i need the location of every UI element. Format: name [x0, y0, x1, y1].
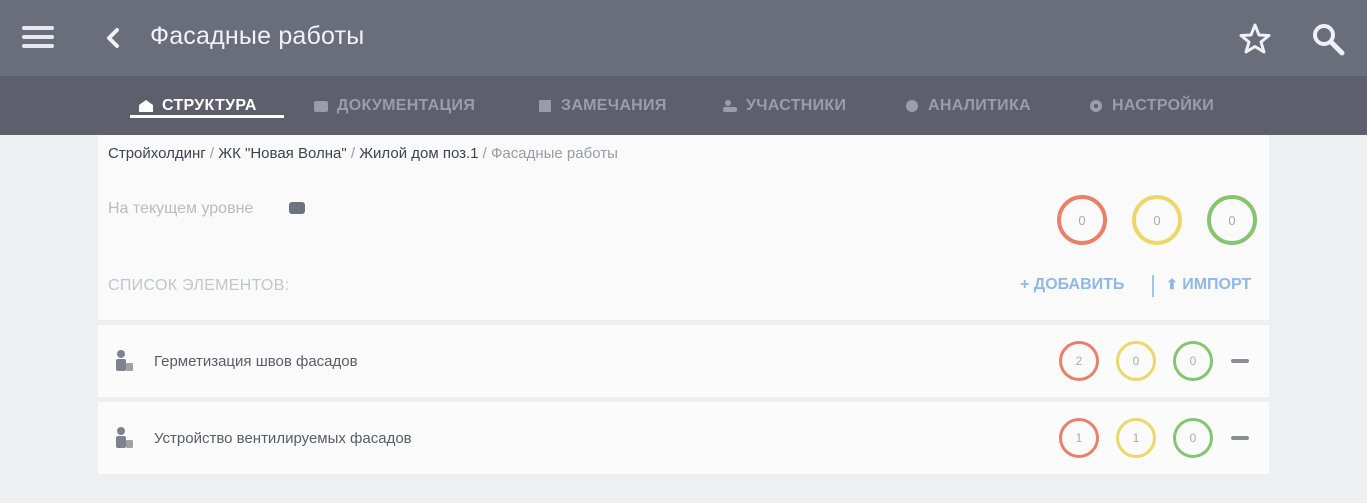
breadcrumb-separator: / — [478, 145, 492, 162]
tab-analytics[interactable]: АНАЛИТИКА — [904, 93, 1031, 119]
breadcrumb-item[interactable]: Жилой дом поз.1 — [359, 145, 478, 162]
level-green-count[interactable]: 0 — [1207, 195, 1257, 245]
list-item-title: Герметизация швов фасадов — [154, 353, 358, 370]
item-green-count[interactable]: 0 — [1173, 341, 1213, 381]
list-item[interactable]: Герметизация швов фасадов 2 0 0 — [98, 325, 1269, 397]
tab-label: АНАЛИТИКА — [928, 97, 1031, 114]
item-green-count[interactable]: 0 — [1173, 418, 1213, 458]
breadcrumb-separator: / — [205, 145, 219, 162]
folder-icon[interactable] — [288, 199, 306, 215]
import-label: ИМПОРТ — [1182, 276, 1252, 293]
level-yellow-count[interactable]: 0 — [1132, 195, 1182, 245]
back-arrow-icon[interactable] — [103, 26, 123, 50]
item-yellow-count[interactable]: 1 — [1116, 418, 1156, 458]
page-title: Фасадные работы — [150, 22, 365, 50]
item-red-count[interactable]: 1 — [1059, 418, 1099, 458]
upload-icon: ⬆ — [1166, 276, 1178, 292]
breadcrumb-item[interactable]: Стройхолдинг — [108, 145, 206, 162]
globe-icon — [906, 100, 918, 112]
people-icon — [723, 100, 737, 112]
tab-participants[interactable]: УЧАСТНИКИ — [722, 93, 846, 119]
tab-label: СТРУКТУРА — [162, 97, 257, 114]
tab-documentation[interactable]: ДОКУМЕНТАЦИЯ — [313, 93, 475, 119]
gear-icon — [1090, 100, 1102, 112]
breadcrumb-separator: / — [346, 145, 360, 162]
worker-icon — [116, 350, 133, 371]
item-red-count[interactable]: 2 — [1059, 341, 1099, 381]
list-item-title: Устройство вентилируемых фасадов — [154, 430, 412, 447]
level-red-count[interactable]: 0 — [1057, 195, 1107, 245]
tab-settings[interactable]: НАСТРОЙКИ — [1088, 93, 1214, 119]
notes-icon — [539, 100, 551, 112]
building-icon — [139, 100, 153, 112]
star-icon[interactable] — [1238, 22, 1272, 56]
add-button[interactable]: + ДОБАВИТЬ — [1020, 276, 1124, 294]
tab-label: УЧАСТНИКИ — [746, 97, 847, 114]
tab-label: ДОКУМЕНТАЦИЯ — [337, 97, 476, 114]
worker-icon — [116, 427, 133, 448]
breadcrumb-current: Фасадные работы — [491, 145, 618, 162]
breadcrumb: Стройхолдинг / ЖК "Новая Волна" / Жилой … — [108, 145, 618, 162]
import-button[interactable]: ⬆ ИМПОРТ — [1166, 276, 1251, 294]
list-item[interactable]: Устройство вентилируемых фасадов 1 1 0 — [98, 402, 1269, 474]
search-icon[interactable] — [1311, 22, 1345, 56]
breadcrumb-item[interactable]: ЖК "Новая Волна" — [218, 145, 346, 162]
tab-remarks[interactable]: ЗАМЕЧАНИЯ — [537, 93, 667, 119]
item-yellow-count[interactable]: 0 — [1116, 341, 1156, 381]
tab-label: НАСТРОЙКИ — [1112, 97, 1215, 114]
link-divider — [1152, 275, 1154, 297]
active-tab-indicator — [130, 115, 284, 118]
item-menu-icon[interactable] — [1231, 359, 1249, 363]
item-menu-icon[interactable] — [1231, 436, 1249, 440]
hamburger-menu-icon[interactable] — [22, 26, 54, 50]
elements-list-label: СПИСОК ЭЛЕМЕНТОВ: — [108, 277, 290, 294]
tab-label: ЗАМЕЧАНИЯ — [561, 97, 667, 114]
current-level-label: На текущем уровне — [108, 200, 254, 217]
folder-icon — [314, 101, 328, 112]
